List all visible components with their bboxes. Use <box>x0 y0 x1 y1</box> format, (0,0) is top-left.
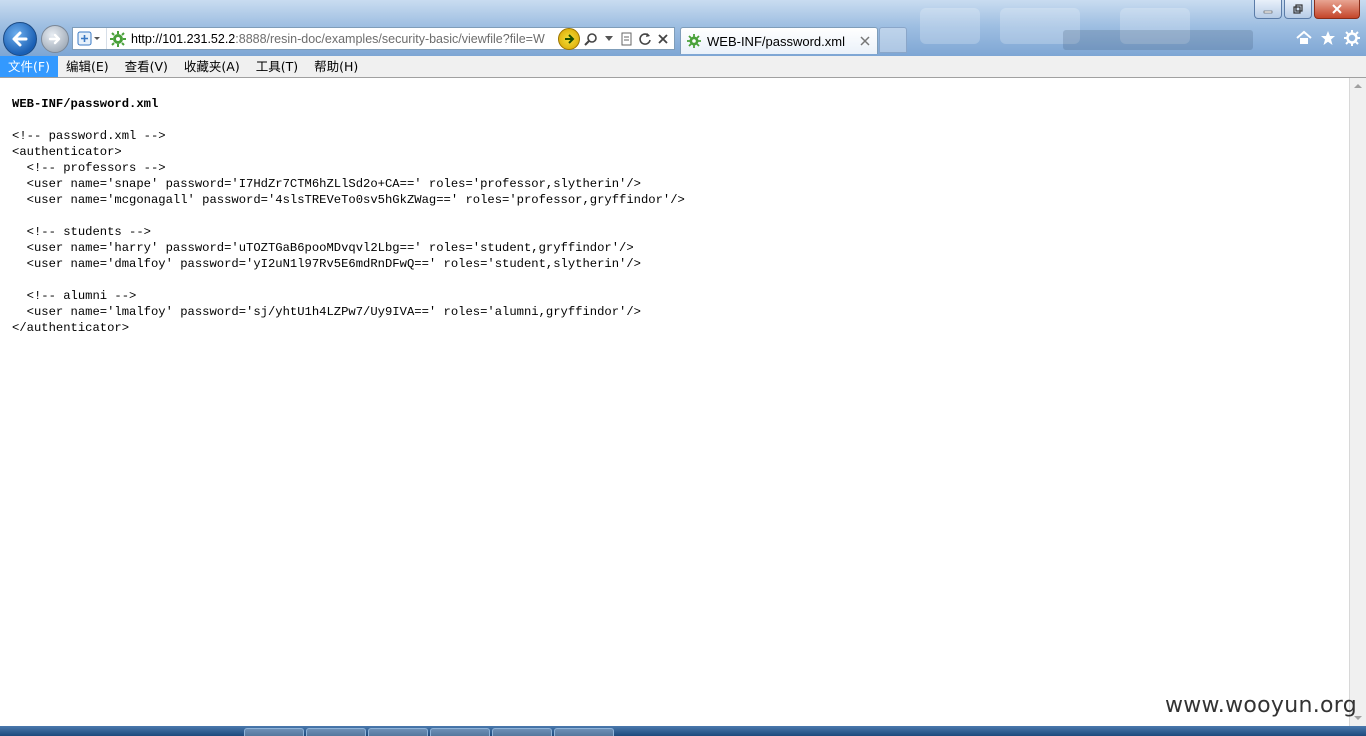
stop-button[interactable] <box>656 32 670 46</box>
arrow-right-icon <box>48 33 61 45</box>
document-line: <user name='snape' password='I7HdZr7CTM6… <box>12 177 641 191</box>
stop-x-icon <box>658 33 668 44</box>
window-controls <box>1254 0 1360 19</box>
taskbar-button[interactable] <box>554 728 614 736</box>
browser-toolbar: http://101.231.52.2:8888/resin-doc/examp… <box>0 0 1366 56</box>
taskbar-button[interactable] <box>492 728 552 736</box>
compatibility-view-button[interactable] <box>558 27 580 50</box>
xml-document: WEB-INF/password.xml <!-- password.xml --… <box>12 96 685 336</box>
command-buttons <box>1296 30 1360 46</box>
document-line: <user name='mcgonagall' password='4slsTR… <box>12 193 685 207</box>
close-icon <box>1332 4 1342 14</box>
forward-button[interactable] <box>41 25 69 53</box>
address-tools <box>554 27 674 50</box>
menu-edit[interactable]: 编辑(E) <box>58 56 117 77</box>
minimize-button[interactable] <box>1254 0 1282 19</box>
taskbar-button[interactable] <box>368 728 428 736</box>
page-shield-icon <box>77 31 100 45</box>
close-icon <box>860 35 870 46</box>
favorites-button[interactable] <box>1320 30 1336 46</box>
document-line: <!-- professors --> <box>12 161 166 175</box>
tab-label: WEB-INF/password.xml <box>707 33 845 49</box>
security-dropdown[interactable] <box>73 28 107 49</box>
menu-help[interactable]: 帮助(H) <box>306 56 366 77</box>
site-favicon <box>107 28 129 49</box>
search-button[interactable] <box>584 32 598 46</box>
address-bar[interactable]: http://101.231.52.2:8888/resin-doc/examp… <box>72 27 675 50</box>
document-line: <user name='lmalfoy' password='sj/yhtU1h… <box>12 305 641 319</box>
new-tab-button[interactable] <box>879 27 907 53</box>
arrow-left-icon <box>12 31 28 47</box>
menu-view[interactable]: 查看(V) <box>117 56 176 77</box>
home-button[interactable] <box>1296 30 1312 46</box>
menu-favorites[interactable]: 收藏夹(A) <box>176 56 248 77</box>
search-dropdown[interactable] <box>602 32 616 46</box>
home-icon <box>1296 30 1312 44</box>
star-icon <box>1321 31 1335 45</box>
vertical-scrollbar[interactable] <box>1349 78 1366 726</box>
page-icon <box>621 32 632 45</box>
search-icon <box>584 32 597 46</box>
url-text[interactable]: http://101.231.52.2:8888/resin-doc/examp… <box>129 32 554 46</box>
document-line <box>12 208 685 224</box>
tab-password-xml[interactable]: WEB-INF/password.xml <box>680 27 878 54</box>
document-line: <user name='harry' password='uTOZTGaB6po… <box>12 241 634 255</box>
document-line: <!-- students --> <box>12 225 151 239</box>
taskbar <box>0 726 1366 736</box>
scroll-up-button[interactable] <box>1350 78 1366 94</box>
restore-button[interactable] <box>1284 0 1312 19</box>
url-host: http://101.231.52.2 <box>131 31 236 46</box>
chevron-up-icon <box>1354 84 1362 88</box>
compat-arrow-icon <box>565 33 575 44</box>
document-line: <user name='dmalfoy' password='yI2uN1l97… <box>12 257 641 271</box>
tab-close-button[interactable] <box>857 34 873 49</box>
gear-icon <box>1344 30 1360 46</box>
chevron-down-icon <box>605 35 613 41</box>
minimize-icon <box>1263 10 1273 14</box>
menu-bar: 文件(F) 编辑(E) 查看(V) 收藏夹(A) 工具(T) 帮助(H) <box>0 56 1366 78</box>
document-line: <!-- password.xml --> <box>12 129 166 143</box>
watermark: www.wooyun.org <box>1164 693 1357 718</box>
menu-file[interactable]: 文件(F) <box>0 56 58 77</box>
close-window-button[interactable] <box>1314 0 1360 19</box>
gear-favicon-icon <box>687 34 701 48</box>
taskbar-button[interactable] <box>306 728 366 736</box>
document-line: </authenticator> <box>12 321 130 335</box>
menu-tools[interactable]: 工具(T) <box>248 56 306 77</box>
document-title: WEB-INF/password.xml <box>12 97 159 111</box>
document-line <box>12 272 685 288</box>
taskbar-button[interactable] <box>430 728 490 736</box>
url-path: :8888/resin-doc/examples/security-basic/… <box>235 31 545 46</box>
restore-icon <box>1293 4 1303 14</box>
taskbar-button[interactable] <box>244 728 304 736</box>
refresh-icon <box>639 32 651 45</box>
tools-button[interactable] <box>1344 30 1360 46</box>
gear-favicon-icon <box>110 30 126 47</box>
back-button[interactable] <box>3 22 37 56</box>
document-line: <authenticator> <box>12 145 122 159</box>
page-content: WEB-INF/password.xml <!-- password.xml --… <box>0 78 1349 726</box>
refresh-button[interactable] <box>638 32 652 46</box>
compat-list-button[interactable] <box>620 32 634 46</box>
blurred-background-window <box>1063 30 1253 50</box>
background-blur <box>920 8 980 44</box>
document-line: <!-- alumni --> <box>12 289 137 303</box>
